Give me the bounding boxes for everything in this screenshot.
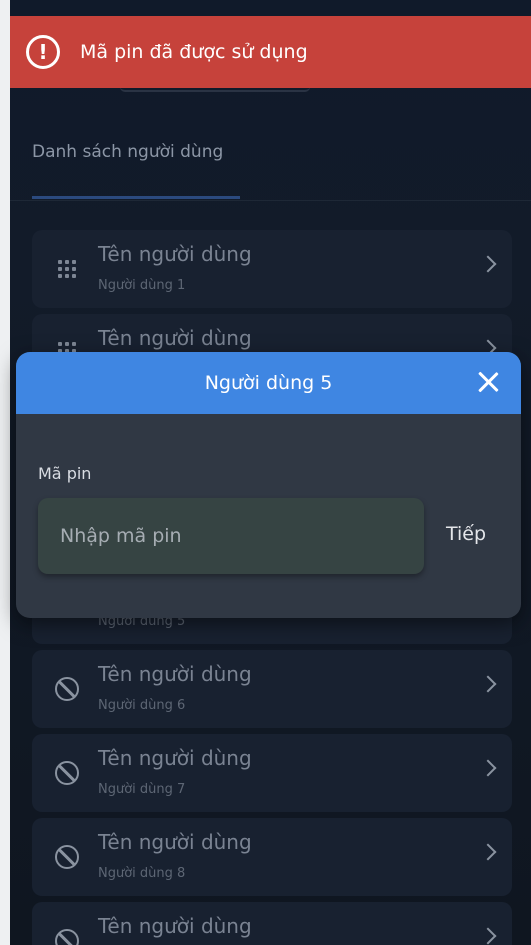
user-list-item[interactable]: Tên người dùng Người dùng 6 — [32, 650, 512, 728]
dialog-title: Người dùng 5 — [204, 372, 333, 394]
user-list-item[interactable]: Tên người dùng Người dùng 1 — [32, 230, 512, 308]
tab-active-indicator — [32, 196, 240, 199]
keypad-icon — [54, 256, 80, 282]
toast-message: Mã pin đã được sử dụng — [80, 41, 308, 63]
user-list-item[interactable]: Tên người dùng Người dùng 7 — [32, 734, 512, 812]
user-label: Người dùng 1 — [98, 278, 186, 293]
user-label: Người dùng 6 — [98, 698, 186, 713]
pin-dialog: Người dùng 5 Mã pin Tiếp — [16, 352, 521, 618]
alert-circle-icon: ! — [26, 35, 60, 69]
ban-icon — [54, 676, 80, 702]
chevron-right-icon — [479, 255, 497, 273]
pin-field-label: Mã pin — [38, 464, 92, 483]
chevron-right-icon — [479, 843, 497, 861]
ban-icon — [54, 928, 80, 945]
next-button[interactable]: Tiếp — [446, 523, 486, 545]
user-name: Tên người dùng — [98, 914, 252, 938]
user-label: Người dùng 8 — [98, 866, 186, 881]
user-label: Người dùng 7 — [98, 782, 186, 797]
user-name: Tên người dùng — [98, 326, 252, 350]
tab-user-list[interactable]: Danh sách người dùng — [32, 142, 223, 162]
close-icon[interactable] — [477, 371, 499, 393]
ban-icon — [54, 760, 80, 786]
user-name: Tên người dùng — [98, 242, 252, 266]
pin-input[interactable] — [38, 498, 424, 574]
ban-icon — [54, 844, 80, 870]
chevron-right-icon — [479, 927, 497, 945]
user-list-item[interactable]: Tên người dùng — [32, 902, 512, 945]
user-name: Tên người dùng — [98, 830, 252, 854]
error-toast: ! Mã pin đã được sử dụng — [10, 16, 531, 88]
user-name: Tên người dùng — [98, 662, 252, 686]
chevron-right-icon — [479, 759, 497, 777]
chevron-right-icon — [479, 675, 497, 693]
user-list-item[interactable]: Tên người dùng Người dùng 8 — [32, 818, 512, 896]
tab-divider — [10, 200, 531, 201]
dialog-header: Người dùng 5 — [16, 352, 521, 414]
user-name: Tên người dùng — [98, 746, 252, 770]
